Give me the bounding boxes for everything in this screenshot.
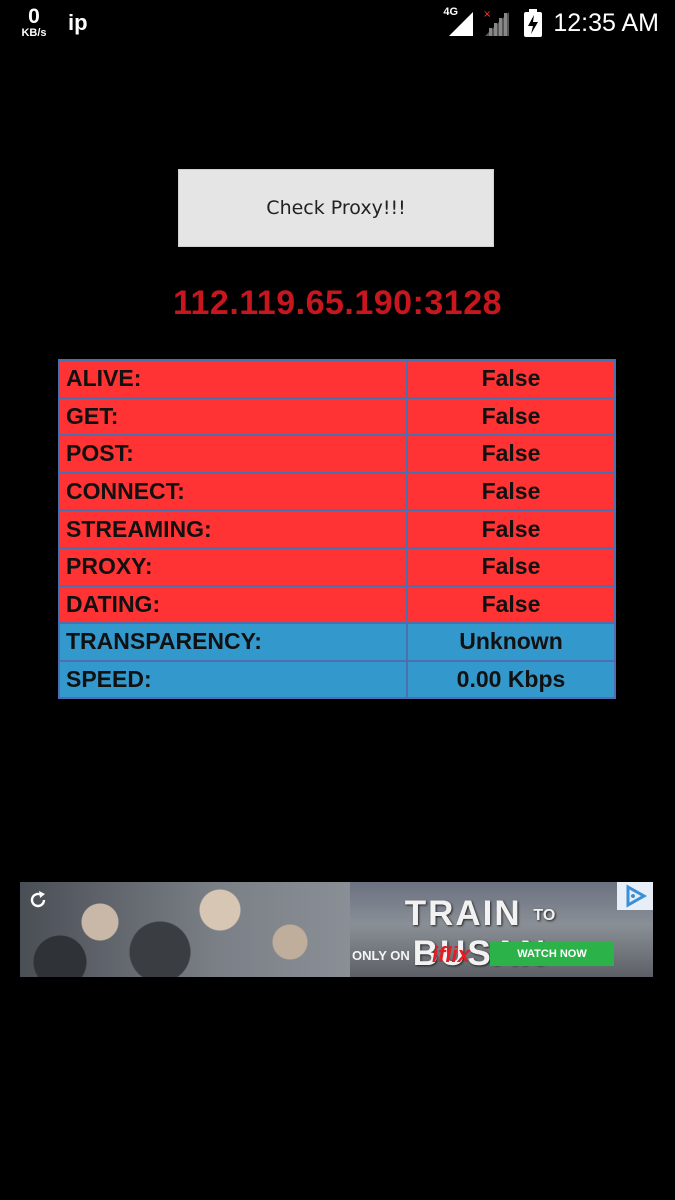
ad-only-on-text: ONLY ON bbox=[352, 948, 410, 963]
result-label: TRANSPARENCY: bbox=[58, 622, 408, 662]
result-label: DATING: bbox=[58, 584, 408, 625]
result-row-get: GET: False bbox=[58, 396, 616, 437]
status-bar: 0 KB/s ip 4G × 12:35 AM bbox=[0, 0, 675, 48]
ad-watch-now-button[interactable]: WATCH NOW bbox=[490, 942, 614, 966]
result-value: False bbox=[406, 396, 616, 437]
result-value: False bbox=[406, 434, 616, 474]
result-row-post: POST: False bbox=[58, 434, 616, 474]
result-label: PROXY: bbox=[58, 546, 408, 587]
result-label: GET: bbox=[58, 396, 408, 437]
app-screen: 0 KB/s ip 4G × 12:35 AM Check Proxy!!! 1… bbox=[0, 0, 675, 1200]
result-row-alive: ALIVE: False bbox=[58, 359, 616, 399]
result-value: False bbox=[406, 584, 616, 625]
result-label: ALIVE: bbox=[58, 359, 408, 399]
result-value: False bbox=[406, 471, 616, 512]
result-value: 0.00 Kbps bbox=[406, 659, 616, 700]
network-speed-unit: KB/s bbox=[21, 27, 47, 39]
network-type-label: 4G bbox=[443, 6, 459, 18]
ad-image bbox=[20, 882, 350, 977]
ad-title-part1: TRAIN bbox=[404, 894, 522, 933]
result-row-speed: SPEED: 0.00 Kbps bbox=[58, 659, 616, 700]
refresh-icon[interactable] bbox=[28, 890, 48, 910]
result-label: POST: bbox=[58, 434, 408, 474]
notification-app-label: ip bbox=[68, 10, 88, 35]
result-row-transparency: TRANSPARENCY: Unknown bbox=[58, 622, 616, 662]
proxy-address: 112.119.65.190:3128 bbox=[172, 284, 503, 322]
status-clock: 12:35 AM bbox=[553, 8, 659, 37]
no-signal-icon: × bbox=[481, 8, 511, 38]
network-speed-value: 0 bbox=[28, 5, 40, 28]
result-value: Unknown bbox=[406, 622, 616, 662]
result-row-dating: DATING: False bbox=[58, 584, 616, 625]
ad-banner[interactable]: TRAIN TO BUSAN ONLY ON iflix WATCH NOW bbox=[20, 882, 653, 977]
status-icons: 4G × 12:35 AM bbox=[443, 6, 659, 40]
result-value: False bbox=[406, 546, 616, 587]
result-value: False bbox=[406, 509, 616, 549]
signal-icon: 4G bbox=[443, 6, 475, 38]
check-proxy-button[interactable]: Check Proxy!!! bbox=[178, 169, 494, 247]
network-speed-indicator: 0 KB/s bbox=[16, 6, 52, 39]
result-label: SPEED: bbox=[58, 659, 408, 700]
battery-charging-icon bbox=[523, 8, 543, 38]
svg-text:×: × bbox=[483, 9, 491, 20]
result-label: CONNECT: bbox=[58, 471, 408, 512]
result-row-connect: CONNECT: False bbox=[58, 471, 616, 512]
proxy-results-table: ALIVE: False GET: False POST: False CONN… bbox=[58, 359, 616, 700]
result-value: False bbox=[406, 359, 616, 399]
ad-brand-logo: iflix bbox=[432, 942, 470, 967]
result-row-streaming: STREAMING: False bbox=[58, 509, 616, 549]
result-row-proxy: PROXY: False bbox=[58, 546, 616, 587]
ad-choices-icon[interactable] bbox=[617, 882, 653, 910]
ad-title-to: TO bbox=[533, 906, 556, 924]
result-label: STREAMING: bbox=[58, 509, 408, 549]
